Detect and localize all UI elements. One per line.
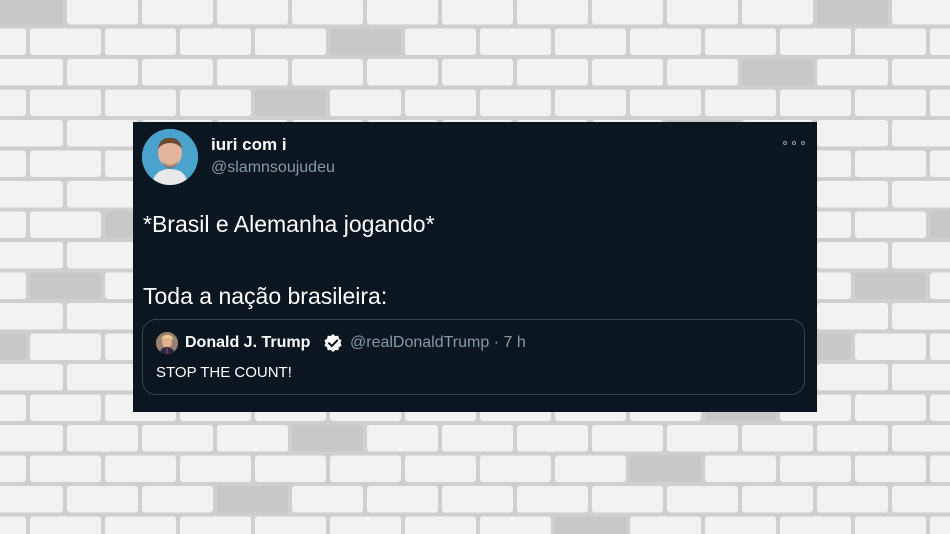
quoted-tweet-text: STOP THE COUNT!: [156, 364, 292, 381]
tweet-card[interactable]: iuri com i @slamnsoujudeu *Brasil e Alem…: [133, 122, 817, 412]
author-avatar[interactable]: [142, 129, 198, 185]
quoted-author-avatar[interactable]: [156, 332, 178, 354]
quoted-tweet[interactable]: Donald J. Trump @realDonaldTrump · 7 h S…: [142, 319, 805, 395]
quoted-author-handle-and-time[interactable]: @realDonaldTrump · 7 h: [350, 333, 526, 353]
author-display-name[interactable]: iuri com i: [211, 135, 287, 155]
quoted-author-display-name[interactable]: Donald J. Trump: [185, 333, 310, 353]
tweet-text-line-2: Toda a nação brasileira:: [143, 283, 388, 309]
author-handle[interactable]: @slamnsoujudeu: [211, 158, 335, 178]
verified-badge-icon: [323, 333, 343, 353]
tweet-text-line-1: *Brasil e Alemanha jogando*: [143, 211, 435, 237]
more-horizontal-icon[interactable]: [783, 136, 805, 150]
